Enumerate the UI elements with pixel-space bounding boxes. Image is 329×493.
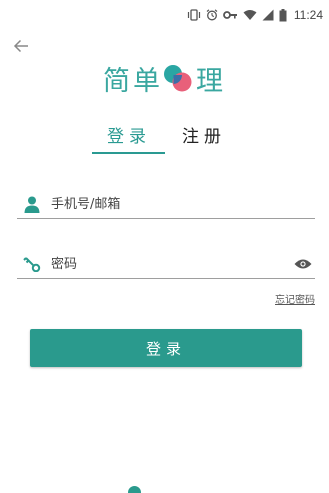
eye-icon[interactable] xyxy=(292,253,314,275)
back-button[interactable] xyxy=(10,35,32,57)
bottom-option-icon xyxy=(128,486,141,493)
auth-tabs: 登录 注册 xyxy=(92,122,242,156)
arrow-left-icon xyxy=(13,39,28,53)
key-icon xyxy=(222,10,238,20)
forgot-password-link[interactable]: 忘记密码 xyxy=(275,291,315,306)
key-icon xyxy=(21,253,43,275)
alarm-icon xyxy=(206,9,218,21)
username-input[interactable] xyxy=(51,192,315,216)
vibrate-icon xyxy=(187,9,201,21)
app-logo: 简单 理 xyxy=(0,58,329,98)
wifi-icon xyxy=(243,9,257,21)
bottom-option[interactable] xyxy=(128,486,141,493)
logo-text-right: 理 xyxy=(196,65,226,97)
login-screen: 11:24 简单 理 登录 注册 手机号/邮箱 忘记密码 登录 xyxy=(0,0,329,493)
password-field-row xyxy=(17,250,315,279)
password-input[interactable] xyxy=(51,252,292,276)
signal-icon xyxy=(262,9,274,21)
status-bar: 11:24 xyxy=(0,0,329,30)
logo-text-left: 简单 xyxy=(103,65,163,97)
username-field-row xyxy=(17,190,315,219)
person-icon xyxy=(21,193,43,215)
tab-register[interactable]: 注册 xyxy=(182,122,226,147)
battery-icon xyxy=(279,8,287,22)
tab-login[interactable]: 登录 xyxy=(107,122,151,147)
logo-mark-icon xyxy=(164,65,192,92)
active-tab-indicator xyxy=(92,152,165,154)
status-time: 11:24 xyxy=(293,8,323,22)
login-button[interactable]: 登录 xyxy=(30,329,302,367)
